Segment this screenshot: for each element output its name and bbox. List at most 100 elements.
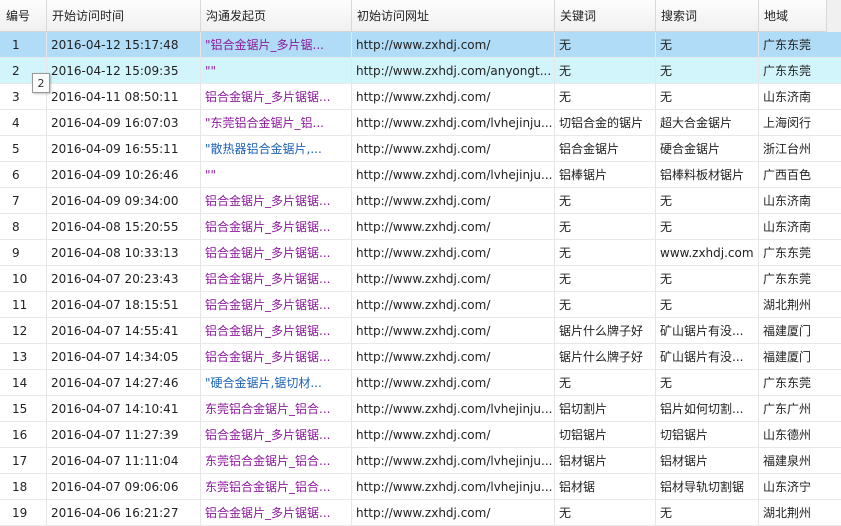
cell-search-term: 铝材导轨切割锯 (656, 474, 759, 499)
cell-initial-url[interactable]: http://www.zxhdj.com/ (352, 318, 555, 343)
cell-source-page[interactable]: "散热器铝合金锯片,... (201, 136, 352, 161)
cell-keyword: 锯片什么牌子好 (555, 318, 656, 343)
table-row[interactable]: 18 2016-04-07 09:06:06 东莞铝合金锯片_铝合... http:/… (0, 474, 841, 500)
cell-initial-url[interactable]: http://www.zxhdj.com/ (352, 266, 555, 291)
cell-search-term: 超大合金锯片 (656, 110, 759, 135)
cell-initial-url[interactable]: http://www.zxhdj.com/ (352, 500, 555, 525)
cell-source-page[interactable]: "铝合金锯片_多片锯... (201, 32, 352, 57)
cell-search-term: 切铝锯片 (656, 422, 759, 447)
table-row[interactable]: 9 2016-04-08 10:33:13 铝合金锯片_多片锯锯... http://… (0, 240, 841, 266)
cell-source-page[interactable]: 铝合金锯片_多片锯锯... (201, 240, 352, 265)
cell-search-term: 无 (656, 370, 759, 395)
table-body: 1 2016-04-12 15:17:48 "铝合金锯片_多片锯... http://… (0, 32, 841, 526)
cell-keyword: 无 (555, 500, 656, 525)
cell-keyword: 无 (555, 214, 656, 239)
table-row[interactable]: 1 2016-04-12 15:17:48 "铝合金锯片_多片锯... http://… (0, 32, 841, 58)
cell-keyword: 无 (555, 58, 656, 83)
table-row[interactable]: 16 2016-04-07 11:27:39 铝合金锯片_多片锯锯... http:/… (0, 422, 841, 448)
cell-initial-url[interactable]: http://www.zxhdj.com/ (352, 136, 555, 161)
cell-id: 5 (0, 136, 47, 161)
cell-region: 山东德州 (763, 428, 812, 442)
column-header-initial-url[interactable]: 初始访问网址 (352, 0, 555, 31)
cell-source-page[interactable]: 铝合金锯片_多片锯锯... (201, 266, 352, 291)
cell-id: 16 (0, 422, 47, 447)
cell-search-term: 铝棒料板材锯片 (656, 162, 759, 187)
cell-initial-url[interactable]: http://www.zxhdj.com/ (352, 344, 555, 369)
cell-start-time: 2016-04-11 08:50:11 (47, 84, 201, 109)
cell-id: 9 (0, 240, 47, 265)
cell-source-page[interactable]: 铝合金锯片_多片锯锯... (201, 344, 352, 369)
cell-keyword: 无 (555, 266, 656, 291)
cell-initial-url[interactable]: http://www.zxhdj.com/ (352, 32, 555, 57)
column-header-source-page[interactable]: 沟通发起页 (201, 0, 352, 31)
table-row[interactable]: 4 2016-04-09 16:07:03 "东莞铝合金锯片_铝... http://… (0, 110, 841, 136)
table-row[interactable]: 8 2016-04-08 15:20:55 铝合金锯片_多片锯锯... http://… (0, 214, 841, 240)
cell-initial-url[interactable]: http://www.zxhdj.com/anyongt... (352, 58, 555, 83)
cell-initial-url[interactable]: http://www.zxhdj.com/ (352, 292, 555, 317)
cell-initial-url[interactable]: http://www.zxhdj.com/ (352, 188, 555, 213)
cell-source-page[interactable]: 东莞铝合金锯片_铝合... (201, 474, 352, 499)
visitor-records-table: 编号 开始访问时间 沟通发起页 初始访问网址 关键词 搜索词 地域 1 2016-… (0, 0, 841, 526)
column-header-search-term[interactable]: 搜索词 (656, 0, 759, 31)
column-header-keyword[interactable]: 关键词 (555, 0, 656, 31)
cell-initial-url[interactable]: http://www.zxhdj.com/ (352, 422, 555, 447)
cell-initial-url[interactable]: http://www.zxhdj.com/ (352, 214, 555, 239)
cell-source-page[interactable]: 铝合金锯片_多片锯锯... (201, 422, 352, 447)
cell-source-page[interactable]: 铝合金锯片_多片锯锯... (201, 292, 352, 317)
table-row[interactable]: 14 2016-04-07 14:27:46 "硬合金锯片,锯切材... http:/… (0, 370, 841, 396)
cell-source-page[interactable]: 铝合金锯片_多片锯锯... (201, 500, 352, 525)
table-row[interactable]: 6 2016-04-09 10:26:46 "" http://www.zxhdj.c… (0, 162, 841, 188)
cell-source-page[interactable]: "" (201, 162, 352, 187)
table-row[interactable]: 12 2016-04-07 14:55:41 铝合金锯片_多片锯锯... http:/… (0, 318, 841, 344)
cell-start-time: 2016-04-07 09:06:06 (47, 474, 201, 499)
table-row[interactable]: 10 2016-04-07 20:23:43 铝合金锯片_多片锯锯... http:/… (0, 266, 841, 292)
column-header-start-time[interactable]: 开始访问时间 (47, 0, 201, 31)
cell-source-page[interactable]: 东莞铝合金锯片_铝合... (201, 448, 352, 473)
cell-source-page[interactable]: 铝合金锯片_多片锯锯... (201, 214, 352, 239)
cell-id: 17 (0, 448, 47, 473)
table-row[interactable]: 11 2016-04-07 18:15:51 铝合金锯片_多片锯锯... http:/… (0, 292, 841, 318)
cell-start-time: 2016-04-09 16:07:03 (47, 110, 201, 135)
table-row[interactable]: 17 2016-04-07 11:11:04 东莞铝合金锯片_铝合... http:/… (0, 448, 841, 474)
cell-initial-url[interactable]: http://www.zxhdj.com/lvhejinju... (352, 396, 555, 421)
cell-source-page[interactable]: 铝合金锯片_多片锯锯... (201, 84, 352, 109)
table-row[interactable]: 13 2016-04-07 14:34:05 铝合金锯片_多片锯锯... http:/… (0, 344, 841, 370)
table-row[interactable]: 5 2016-04-09 16:55:11 "散热器铝合金锯片,... http://… (0, 136, 841, 162)
cell-initial-url[interactable]: http://www.zxhdj.com/ (352, 240, 555, 265)
cell-region: 山东济南 (763, 194, 812, 208)
cell-start-time: 2016-04-08 10:33:13 (47, 240, 201, 265)
cell-id: 15 (0, 396, 47, 421)
cell-initial-url[interactable]: http://www.zxhdj.com/lvhejinju... (352, 162, 555, 187)
table-row[interactable]: 2 2016-04-12 15:09:35 "" http://www.zxhdj.c… (0, 58, 841, 84)
cell-initial-url[interactable]: http://www.zxhdj.com/ (352, 370, 555, 395)
cell-source-page[interactable]: "东莞铝合金锯片_铝... (201, 110, 352, 135)
cell-keyword: 铝材锯 (555, 474, 656, 499)
cell-initial-url[interactable]: http://www.zxhdj.com/lvhejinju... (352, 110, 555, 135)
cell-initial-url[interactable]: http://www.zxhdj.com/lvhejinju... (352, 448, 555, 473)
cell-search-term: 铝材锯片 (656, 448, 759, 473)
table-row[interactable]: 7 2016-04-09 09:34:00 铝合金锯片_多片锯锯... http://… (0, 188, 841, 214)
cell-keyword: 无 (555, 84, 656, 109)
table-row[interactable]: 15 2016-04-07 14:10:41 东莞铝合金锯片_铝合... http:/… (0, 396, 841, 422)
cell-source-page[interactable]: "硬合金锯片,锯切材... (201, 370, 352, 395)
cell-source-page[interactable]: "" (201, 58, 352, 83)
cell-keyword: 铝材锯片 (555, 448, 656, 473)
cell-keyword: 切铝锯片 (555, 422, 656, 447)
cell-initial-url[interactable]: http://www.zxhdj.com/ (352, 84, 555, 109)
cell-id: 13 (0, 344, 47, 369)
cell-search-term: 硬合金锯片 (656, 136, 759, 161)
cell-region: 广东东莞 (763, 38, 812, 52)
cell-source-page[interactable]: 铝合金锯片_多片锯锯... (201, 318, 352, 343)
column-header-id[interactable]: 编号 (0, 0, 47, 31)
cell-source-page[interactable]: 东莞铝合金锯片_铝合... (201, 396, 352, 421)
cell-region: 湖北荆州 (763, 298, 812, 312)
table-row[interactable]: 3 2016-04-11 08:50:11 铝合金锯片_多片锯锯... http://… (0, 84, 841, 110)
cell-keyword: 切铝合金的锯片 (555, 110, 656, 135)
cell-id: 19 (0, 500, 47, 525)
cell-keyword: 无 (555, 292, 656, 317)
cell-source-page[interactable]: 铝合金锯片_多片锯锯... (201, 188, 352, 213)
table-row[interactable]: 19 2016-04-06 16:21:27 铝合金锯片_多片锯锯... http:/… (0, 500, 841, 526)
cell-initial-url[interactable]: http://www.zxhdj.com/lvhejinju... (352, 474, 555, 499)
cell-start-time: 2016-04-07 14:10:41 (47, 396, 201, 421)
cell-region: 广东东莞 (763, 272, 812, 286)
